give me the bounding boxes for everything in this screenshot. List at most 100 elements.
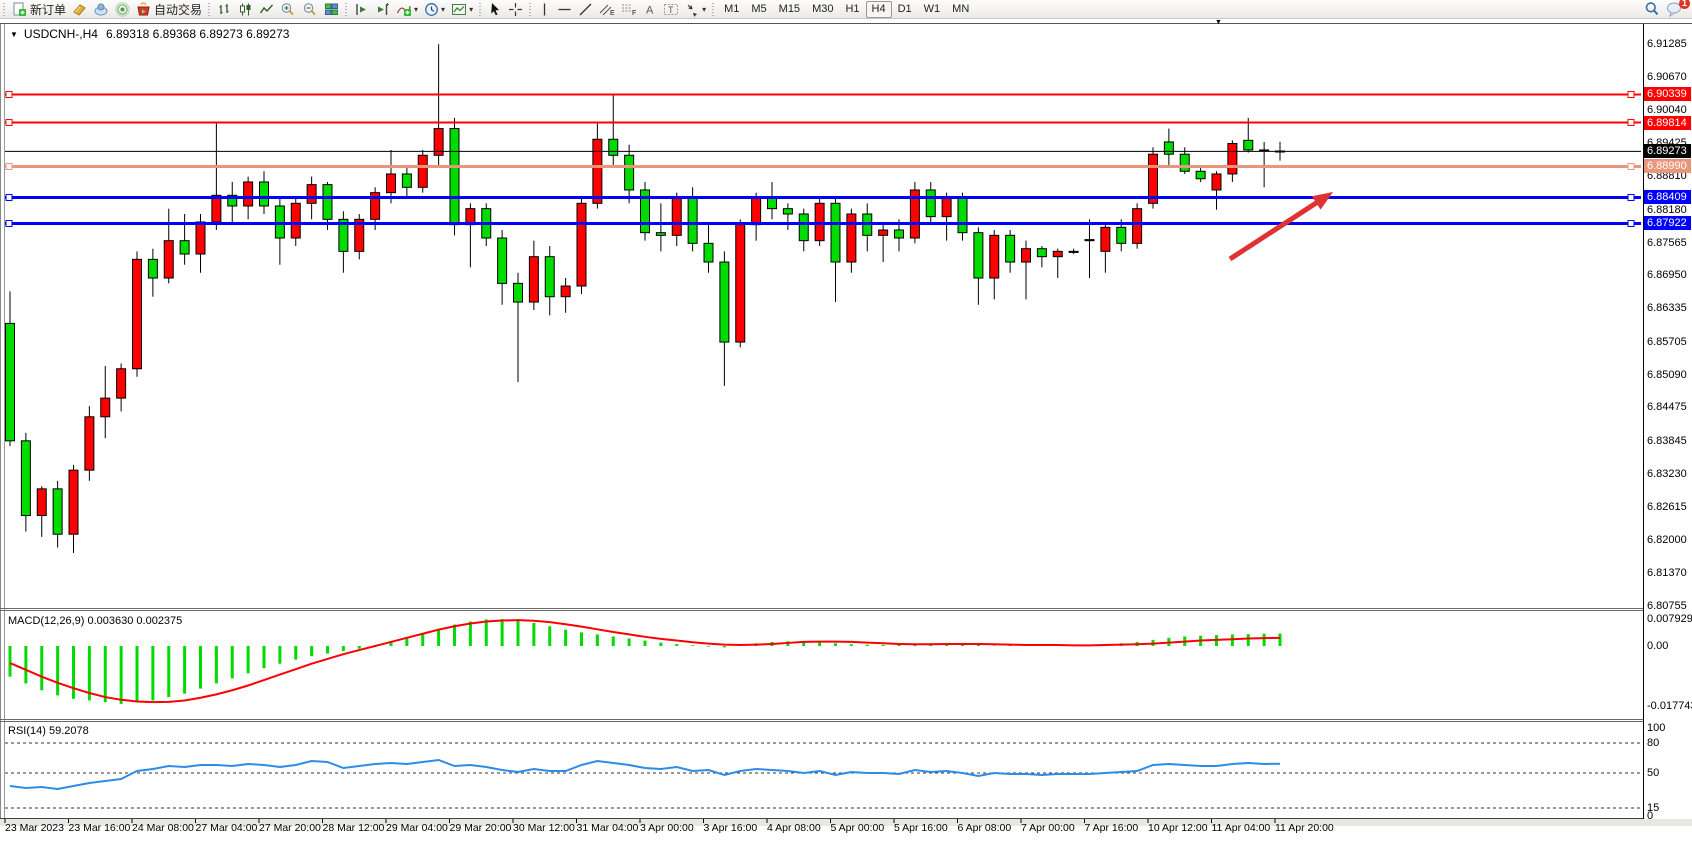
price-tick-label: 6.86950 xyxy=(1647,269,1687,282)
signals-button[interactable] xyxy=(112,1,133,18)
gold-badge-button[interactable] xyxy=(69,1,90,18)
toolbar-grip[interactable] xyxy=(478,2,483,16)
time-axis-label: 7 Apr 16:00 xyxy=(1085,822,1139,834)
cursor-icon xyxy=(488,2,502,17)
periods-icon xyxy=(424,2,439,17)
auto-trading-button[interactable]: 自动交易 xyxy=(133,1,205,18)
cursor-button[interactable] xyxy=(485,1,505,18)
mt4-application: { "toolbar": { "new_order_label": "新订单",… xyxy=(0,0,1692,845)
tf-button-M1[interactable]: M1 xyxy=(718,1,745,18)
fibonacci-button[interactable]: F xyxy=(618,1,640,18)
toolbar-grip[interactable] xyxy=(528,2,533,16)
indicators-button[interactable]: ▾ xyxy=(393,1,421,18)
rsi-axis-label: 50 xyxy=(1647,767,1659,780)
search-icon xyxy=(1644,1,1660,17)
time-axis-label: 24 Mar 08:00 xyxy=(132,822,194,834)
text-button[interactable]: A xyxy=(640,1,660,18)
svg-text:A: A xyxy=(646,4,654,16)
fibonacci-icon: F xyxy=(621,2,637,17)
community-icon xyxy=(93,2,109,17)
price-tick-label: 6.82615 xyxy=(1647,501,1687,514)
arrows-button[interactable]: ▾ xyxy=(682,1,709,18)
tile-windows-button[interactable] xyxy=(321,1,342,18)
auto-scroll-icon xyxy=(354,2,369,17)
tf-button-H1[interactable]: H1 xyxy=(839,1,865,18)
price-tick-label: 6.83845 xyxy=(1647,435,1687,448)
bar-chart-icon xyxy=(217,2,232,17)
toolbar-grip[interactable] xyxy=(344,2,349,16)
toolbar-grip[interactable] xyxy=(2,2,7,16)
time-axis-label: 31 Mar 04:00 xyxy=(577,822,639,834)
message-count-badge: 1 xyxy=(1679,0,1690,9)
line-chart-icon xyxy=(259,2,274,17)
trendline-button[interactable] xyxy=(575,1,596,18)
time-axis-label: 23 Mar 2023 xyxy=(5,822,64,834)
channel-button[interactable]: E xyxy=(596,1,618,18)
vertical-line-button[interactable] xyxy=(535,1,554,18)
new-order-button[interactable]: 新订单 xyxy=(9,1,69,18)
time-axis-label: 29 Mar 20:00 xyxy=(450,822,512,834)
toolbar-grip[interactable] xyxy=(207,2,212,16)
periods-button[interactable]: ▾ xyxy=(421,1,448,18)
zoom-in-icon xyxy=(280,2,296,17)
zoom-in-button[interactable] xyxy=(277,1,299,18)
rsi-label: RSI(14) 59.2078 xyxy=(8,725,89,737)
chevron-down-icon: ▾ xyxy=(702,5,706,14)
main-toolbar: 新订单 自动交易 xyxy=(0,0,1692,19)
search-button[interactable] xyxy=(1641,1,1663,18)
new-order-icon xyxy=(12,2,27,17)
svg-text:F: F xyxy=(632,10,636,17)
time-axis-label: 27 Mar 20:00 xyxy=(259,822,321,834)
community-button[interactable] xyxy=(90,1,112,18)
auto-scroll-button[interactable] xyxy=(351,1,372,18)
text-label-button[interactable]: T xyxy=(660,1,682,18)
svg-text:T: T xyxy=(668,5,674,15)
price-tick-label: 6.85090 xyxy=(1647,369,1687,382)
toolbar-grip[interactable] xyxy=(711,2,716,16)
price-tick-label: 6.86335 xyxy=(1647,302,1687,315)
time-axis-label: 23 Mar 16:00 xyxy=(69,822,131,834)
new-order-label: 新订单 xyxy=(30,1,66,18)
chart-shift-button[interactable] xyxy=(372,1,393,18)
tf-button-M30[interactable]: M30 xyxy=(806,1,839,18)
time-axis-label: 10 Apr 12:00 xyxy=(1148,822,1208,834)
price-tick-label: 6.82000 xyxy=(1647,534,1687,547)
time-axis-label: 6 Apr 08:00 xyxy=(958,822,1012,834)
text-label-icon: T xyxy=(663,2,679,17)
chart-canvas[interactable] xyxy=(0,19,1692,838)
zoom-out-button[interactable] xyxy=(299,1,321,18)
time-axis-label: 11 Apr 20:00 xyxy=(1275,822,1334,834)
tf-button-M15[interactable]: M15 xyxy=(773,1,806,18)
macd-axis-label: 0.00 xyxy=(1647,640,1668,653)
time-axis-label: 28 Mar 12:00 xyxy=(323,822,385,834)
messages-button[interactable]: 1 xyxy=(1663,1,1686,18)
indicators-icon xyxy=(396,2,412,17)
crosshair-button[interactable] xyxy=(505,1,526,18)
tf-button-D1[interactable]: D1 xyxy=(892,1,918,18)
tf-button-M5[interactable]: M5 xyxy=(745,1,772,18)
tf-button-MN[interactable]: MN xyxy=(946,1,975,18)
tile-windows-icon xyxy=(324,2,339,17)
line-chart-button[interactable] xyxy=(256,1,277,18)
chevron-down-icon: ▾ xyxy=(441,5,445,14)
tf-button-W1[interactable]: W1 xyxy=(918,1,947,18)
price-line-label: 6.87922 xyxy=(1644,216,1691,230)
price-tick-label: 6.87565 xyxy=(1647,237,1687,250)
tf-button-H4[interactable]: H4 xyxy=(866,1,892,18)
chart-shift-marker-icon[interactable]: ▼ xyxy=(1215,19,1222,26)
timeframe-group: M1M5M15M30H1H4D1W1MN xyxy=(718,1,975,18)
time-axis-label: 7 Apr 00:00 xyxy=(1021,822,1075,834)
time-axis-label: 27 Mar 04:00 xyxy=(196,822,258,834)
price-line-label: 6.88990 xyxy=(1644,159,1691,173)
trendline-icon xyxy=(578,2,593,17)
candlestick-button[interactable] xyxy=(235,1,256,18)
templates-button[interactable]: ▾ xyxy=(448,1,476,18)
bar-chart-button[interactable] xyxy=(214,1,235,18)
crosshair-icon xyxy=(508,2,523,17)
horizontal-line-button[interactable] xyxy=(554,1,575,18)
chart-shift-icon xyxy=(375,2,390,17)
price-tick-label: 6.90670 xyxy=(1647,71,1687,84)
horizontal-line-icon xyxy=(557,2,572,17)
time-axis-label: 30 Mar 12:00 xyxy=(513,822,575,834)
rsi-axis-label: 100 xyxy=(1647,722,1665,735)
